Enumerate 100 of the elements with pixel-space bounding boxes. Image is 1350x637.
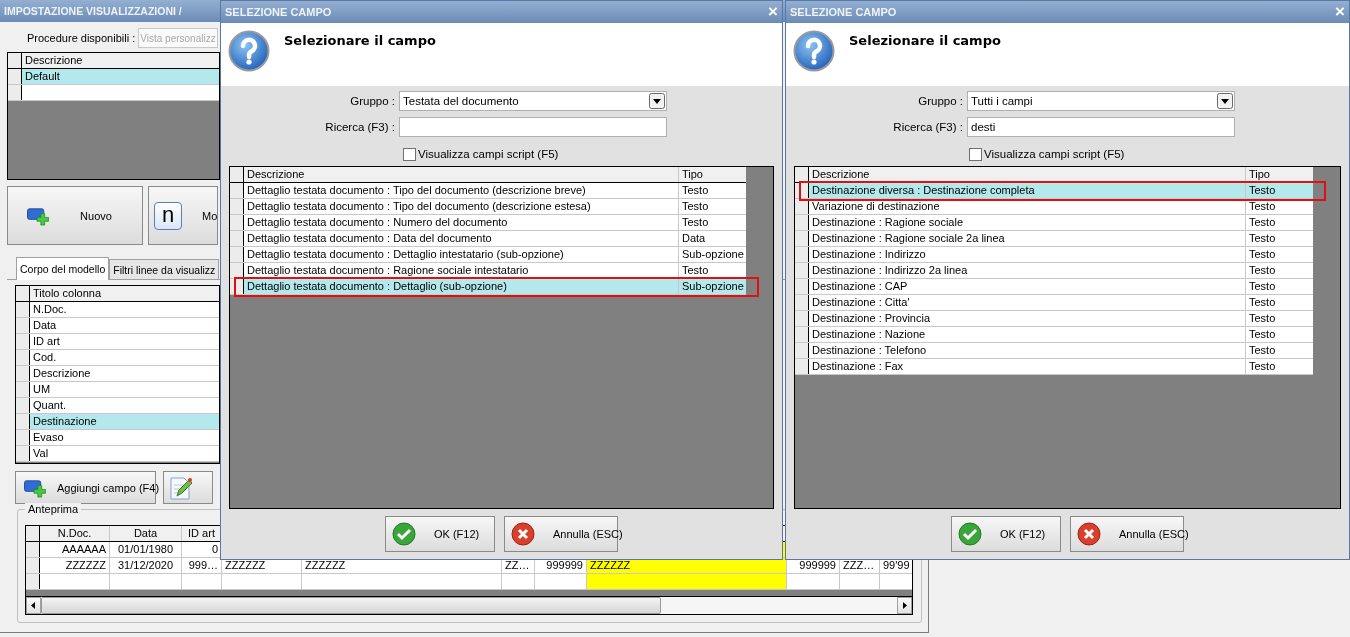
table-row[interactable]: Descrizione (16, 366, 219, 382)
table-row[interactable]: Data (16, 318, 219, 334)
table-cell: Destinazione : Nazione (809, 327, 1246, 342)
table-row[interactable]: Dettaglio testata documento : Dettaglio (sub-opzione) Sub-opzione (230, 279, 746, 295)
table-row[interactable]: Cod. (16, 350, 219, 366)
table-cell: Destinazione : Provincia (809, 311, 1246, 326)
table-cell-text: Testo (1248, 231, 1277, 246)
scrollbar-thumb[interactable] (41, 597, 661, 614)
column-header: N.Doc. (40, 526, 110, 541)
table-row[interactable]: UM (16, 382, 219, 398)
window-title: SELEZIONE CAMPO (225, 6, 332, 18)
search-field[interactable] (399, 117, 667, 137)
table-row[interactable]: Dettaglio testata documento : Data del documento Data (230, 231, 746, 247)
table-row[interactable]: Destinazione diversa : Destinazione completa Testo (795, 183, 1313, 199)
table-cell-text: Evaso (32, 430, 65, 445)
procedures-field[interactable]: Vista personalizz (138, 28, 219, 48)
table-row[interactable]: Destinazione : Nazione Testo (795, 327, 1313, 343)
field-label: Procedure disponibili : (27, 32, 136, 44)
column-header: Descrizione (809, 167, 1246, 182)
table-row[interactable]: Dettaglio testata documento : Numero del documento Testo (230, 215, 746, 231)
table-row[interactable]: Val (16, 446, 219, 462)
table-cell-text: Cod. (32, 350, 58, 365)
field-label: Gruppo : (349, 95, 396, 107)
group-title: Anteprima (25, 503, 82, 515)
checkbox[interactable] (403, 147, 416, 161)
table-cell: Destinazione : Telefono (809, 343, 1246, 358)
cancel-icon (1077, 522, 1101, 546)
table-cell: Dettaglio testata documento : Ragione sociale intestatario (244, 263, 679, 278)
table-row[interactable]: Dettaglio testata documento : Dettaglio intestatario (sub-opzione) Sub-opzione (230, 247, 746, 263)
table-row[interactable]: Evaso (16, 430, 219, 446)
table-cell-text: Destinazione (32, 414, 98, 429)
edit-icon (168, 474, 192, 501)
table-row[interactable]: Dettaglio testata documento : Tipo del documento (descrizione breve) Testo (230, 183, 746, 199)
table-cell-text: Testo (1248, 311, 1277, 326)
table-cell-text: Testo (1248, 343, 1277, 358)
column-header: Tipo (1248, 167, 1271, 182)
table-cell-text: Sub-opzione (681, 279, 745, 294)
table-cell-text: Sub-opzione (681, 247, 745, 262)
table-cell: Variazione di destinazione (809, 199, 1246, 214)
toolbar-button[interactable]: Nuovo (7, 186, 143, 245)
scroll-right-button[interactable] (897, 597, 912, 614)
table-row[interactable]: Destinazione : Indirizzo Testo (795, 247, 1313, 263)
table-cell-text: Testo (681, 183, 710, 198)
add-icon (26, 205, 50, 226)
add-icon (23, 477, 47, 498)
group-dropdown[interactable]: Testata del documento (399, 91, 667, 111)
table-cell-text: UM (32, 382, 52, 397)
field-label: Gruppo : (917, 95, 964, 107)
ok-button[interactable]: OK (F12) (951, 516, 1061, 552)
table-row[interactable]: Destinazione : Fax Testo (795, 359, 1313, 375)
table-row[interactable]: ID art (16, 334, 219, 350)
table-row[interactable]: Quant. (16, 398, 219, 414)
toolbar-button[interactable]: n Mo (148, 186, 218, 245)
toolbar-button[interactable] (163, 471, 213, 504)
table-cell: AAAAAA (40, 542, 110, 557)
checkbox[interactable] (969, 147, 982, 161)
table-row[interactable]: Destinazione : Telefono Testo (795, 343, 1313, 359)
table-cell-text: Testo (1248, 327, 1277, 342)
ok-button[interactable]: OK (F12) (385, 516, 495, 552)
tab[interactable]: Corpo del modello (16, 257, 110, 280)
table-cell: Destinazione : CAP (809, 279, 1246, 294)
column-header: Tipo (681, 167, 704, 182)
scroll-left-button[interactable] (26, 597, 41, 614)
table-cell: Destinazione : Indirizzo 2a linea (809, 263, 1246, 278)
table-cell-text: Testo (1248, 215, 1277, 230)
table-cell: ZZZZZZ (40, 558, 110, 573)
checkbox-label: Visualizza campi script (F5) (418, 148, 559, 160)
table-row[interactable]: Destinazione (16, 414, 219, 430)
table-row[interactable]: Dettaglio testata documento : Tipo del documento (descrizione estesa) Testo (230, 199, 746, 215)
tab[interactable]: Filtri linee da visualizz (109, 259, 220, 279)
dialog-heading: Selezionare il campo (284, 33, 436, 48)
table-row[interactable]: Destinazione : Ragione sociale Testo (795, 215, 1313, 231)
table-cell: Dettaglio testata documento : Tipo del documento (descrizione breve) (244, 183, 679, 198)
table-row[interactable]: Destinazione : Provincia Testo (795, 311, 1313, 327)
table-row[interactable]: Destinazione : Indirizzo 2a linea Testo (795, 263, 1313, 279)
help-icon (793, 30, 835, 72)
table-cell: 31/12/2020 (110, 558, 182, 573)
table-cell: Dettaglio testata documento : Data del documento (244, 231, 679, 246)
group-dropdown[interactable]: Tutti i campi (967, 91, 1235, 111)
table-cell-text: Descrizione (32, 366, 92, 381)
table-cell: 01/01/1980 (110, 542, 182, 557)
table-row[interactable]: Destinazione : Citta' Testo (795, 295, 1313, 311)
table-cell: Destinazione : Ragione sociale (809, 215, 1246, 230)
table-cell-text: Val (32, 446, 50, 461)
window-title: IMPOSTAZIONE VISUALIZZAZIONI / (4, 5, 182, 17)
table-row[interactable]: Destinazione : CAP Testo (795, 279, 1313, 295)
column-header: Titolo colonna (32, 286, 103, 301)
table-cell-text: ID art (32, 334, 61, 349)
table-row[interactable]: N.Doc. (16, 302, 219, 318)
table-cell-text: Data (681, 231, 707, 246)
table-row[interactable]: Destinazione : Ragione sociale 2a linea Testo (795, 231, 1313, 247)
table-cell-text: Testo (1248, 183, 1277, 198)
table-cell-text: Default (24, 69, 61, 84)
table-row[interactable]: Default (8, 69, 219, 85)
table-cell: Dettaglio testata documento : Tipo del documento (descrizione estesa) (244, 199, 679, 214)
table-cell-text: Testo (681, 215, 710, 230)
table-cell-text: Testo (681, 199, 710, 214)
check-icon (392, 522, 416, 546)
table-cell-text: N.Doc. (32, 302, 68, 317)
search-field[interactable]: desti (967, 117, 1235, 137)
